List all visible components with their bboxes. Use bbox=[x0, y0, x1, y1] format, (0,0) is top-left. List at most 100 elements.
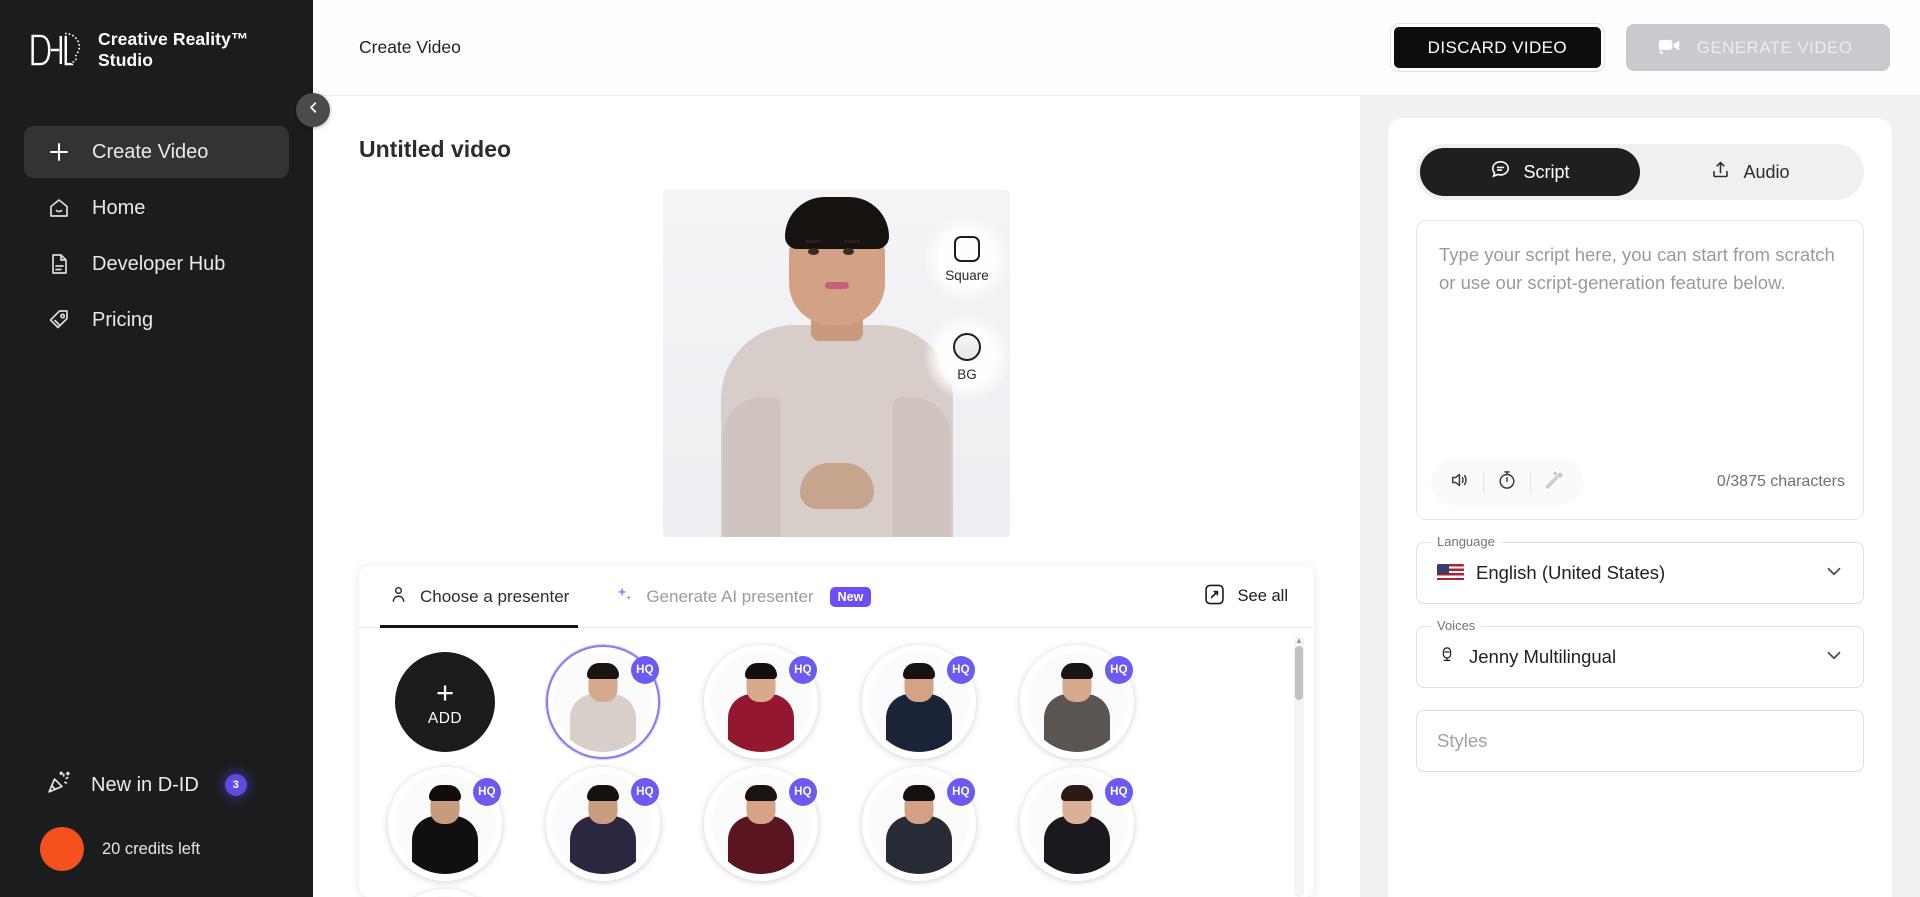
script-toolbar: 0/3875 characters bbox=[1417, 459, 1863, 519]
stopwatch-icon bbox=[1496, 469, 1518, 496]
main-area: Create Video DISCARD VIDEO GENERATE VIDE… bbox=[313, 0, 1920, 897]
generate-video-button[interactable]: GENERATE VIDEO bbox=[1626, 24, 1890, 71]
sidebar-footer: New in D-ID 3 20 credits left bbox=[0, 759, 313, 897]
sidebar-item-home[interactable]: Home bbox=[24, 182, 289, 234]
see-all-label: See all bbox=[1237, 587, 1288, 605]
tab-label: Generate AI presenter bbox=[646, 586, 814, 606]
sidebar-item-developer-hub[interactable]: Developer Hub bbox=[24, 238, 289, 290]
see-all-button[interactable]: See all bbox=[1203, 583, 1288, 611]
aspect-ratio-square-button[interactable]: Square bbox=[924, 216, 1010, 302]
ai-script-generator-button[interactable] bbox=[1531, 459, 1577, 505]
chevron-down-icon bbox=[1823, 644, 1845, 671]
panel-spacer bbox=[1416, 772, 1864, 897]
add-pause-button[interactable] bbox=[1484, 459, 1530, 505]
tab-generate-ai-presenter[interactable]: Generate AI presenter New bbox=[611, 566, 875, 628]
tab-label: Choose a presenter bbox=[420, 586, 570, 606]
sidebar-item-label: Developer Hub bbox=[92, 252, 226, 275]
voices-value: Jenny Multilingual bbox=[1469, 646, 1617, 667]
presenter-thumbnail[interactable]: HQ bbox=[704, 645, 818, 759]
tab-script[interactable]: Script bbox=[1420, 148, 1640, 196]
styles-select[interactable]: Styles bbox=[1416, 710, 1864, 772]
presenter-brow-left bbox=[805, 240, 821, 243]
discard-video-label: DISCARD VIDEO bbox=[1427, 37, 1567, 57]
sidebar-item-label: Pricing bbox=[92, 308, 154, 331]
presenter-thumbnail[interactable]: HQ bbox=[704, 767, 818, 881]
person-icon bbox=[389, 585, 408, 609]
discard-video-button[interactable]: DISCARD VIDEO bbox=[1390, 24, 1604, 71]
video-preview[interactable]: Square BG bbox=[663, 190, 1010, 537]
hq-badge: HQ bbox=[631, 778, 659, 806]
script-editor[interactable]: Type your script here, you can start fro… bbox=[1416, 220, 1864, 520]
hq-badge: HQ bbox=[473, 778, 501, 806]
language-value: English (United States) bbox=[1476, 562, 1666, 583]
gallery-scrollbar[interactable]: ▲ bbox=[1294, 636, 1304, 897]
add-presenter-label: ADD bbox=[427, 709, 463, 727]
sidebar-collapse-button[interactable] bbox=[296, 93, 330, 127]
topbar: Create Video DISCARD VIDEO GENERATE VIDE… bbox=[313, 0, 1920, 96]
expand-icon bbox=[1203, 583, 1226, 611]
add-presenter-button[interactable]: + ADD bbox=[395, 652, 495, 752]
presenter-picker: Choose a presenter Generate AI presenter… bbox=[359, 566, 1314, 897]
sparkles-icon bbox=[615, 585, 634, 609]
add-presenter-inner: + ADD bbox=[395, 652, 495, 752]
sidebar-item-create-video[interactable]: Create Video bbox=[24, 126, 289, 178]
hq-badge: HQ bbox=[947, 778, 975, 806]
aspect-ratio-label: Square bbox=[945, 267, 989, 283]
sidebar-item-label: Home bbox=[92, 196, 146, 219]
hq-badge: HQ bbox=[1105, 656, 1133, 684]
preview-voice-button[interactable] bbox=[1437, 459, 1483, 505]
presenter-eye-left bbox=[808, 248, 819, 255]
credits-indicator bbox=[40, 827, 84, 871]
tab-label: Script bbox=[1523, 161, 1570, 182]
tab-audio[interactable]: Audio bbox=[1640, 148, 1860, 196]
language-select[interactable]: Language English (United States) bbox=[1416, 534, 1864, 604]
generate-video-label: GENERATE VIDEO bbox=[1696, 37, 1853, 57]
presenter-gallery[interactable]: + ADD HQ HQ HQ HQ HQ HQ HQ HQ HQ ▲ bbox=[359, 628, 1314, 897]
script-tool-group bbox=[1431, 459, 1583, 505]
presenter-thumbnail[interactable]: HQ bbox=[546, 645, 660, 759]
party-popper-icon bbox=[46, 770, 71, 800]
hq-badge: HQ bbox=[789, 778, 817, 806]
presenter-picker-tabs: Choose a presenter Generate AI presenter… bbox=[359, 566, 1314, 628]
script-panel: Script Audio Type your script here, you … bbox=[1360, 96, 1920, 897]
credits-row[interactable]: 20 credits left bbox=[24, 811, 289, 871]
presenter-thumbnail[interactable]: HQ bbox=[546, 767, 660, 881]
hq-badge: HQ bbox=[947, 656, 975, 684]
content: Untitled video Square BG Choose a presen… bbox=[313, 96, 1920, 897]
topbar-actions: DISCARD VIDEO GENERATE VIDEO bbox=[1390, 24, 1890, 71]
tab-label: Audio bbox=[1743, 161, 1790, 182]
brand[interactable]: Creative Reality™ Studio bbox=[0, 0, 313, 74]
voice-icon bbox=[1437, 645, 1457, 670]
presenter-thumbnail[interactable]: HQ bbox=[1020, 767, 1134, 881]
presenter-thumbnail[interactable]: HQ bbox=[388, 767, 502, 881]
presenter-hands bbox=[799, 463, 874, 509]
sidebar-item-label: Create Video bbox=[92, 140, 209, 163]
tab-new-badge: New bbox=[829, 586, 872, 607]
voices-select[interactable]: Voices Jenny Multilingual bbox=[1416, 618, 1864, 688]
tab-choose-a-presenter[interactable]: Choose a presenter bbox=[379, 566, 579, 628]
brand-name: Creative Reality™ Studio bbox=[98, 28, 249, 70]
d-id-logo bbox=[26, 26, 84, 74]
sidebar: Creative Reality™ Studio Create Video Ho… bbox=[0, 0, 330, 897]
chevron-down-icon bbox=[1823, 560, 1845, 587]
character-counter: 0/3875 characters bbox=[1716, 473, 1845, 490]
presenter-thumbnail[interactable]: HQ bbox=[862, 767, 976, 881]
tag-icon bbox=[46, 307, 72, 333]
scroll-up-arrow[interactable]: ▲ bbox=[1295, 636, 1303, 645]
credits-label: 20 credits left bbox=[102, 839, 201, 858]
script-placeholder[interactable]: Type your script here, you can start fro… bbox=[1417, 221, 1863, 459]
document-icon bbox=[46, 251, 72, 277]
presenter-brow-right bbox=[844, 240, 860, 243]
presenter-thumbnail[interactable]: HQ bbox=[862, 645, 976, 759]
presenter-mouth bbox=[824, 282, 849, 289]
voices-value-wrap: Jenny Multilingual bbox=[1437, 645, 1616, 670]
chevron-left-icon bbox=[306, 100, 321, 120]
sidebar-item-pricing[interactable]: Pricing bbox=[24, 294, 289, 346]
video-editor: Untitled video Square BG Choose a presen… bbox=[313, 96, 1360, 897]
new-in-did-button[interactable]: New in D-ID 3 bbox=[24, 759, 289, 811]
video-title[interactable]: Untitled video bbox=[313, 136, 1360, 163]
script-panel-card: Script Audio Type your script here, you … bbox=[1388, 118, 1892, 897]
scrollbar-thumb[interactable] bbox=[1295, 646, 1303, 700]
presenter-thumbnail[interactable]: HQ bbox=[1020, 645, 1134, 759]
background-button[interactable]: BG bbox=[924, 314, 1010, 400]
